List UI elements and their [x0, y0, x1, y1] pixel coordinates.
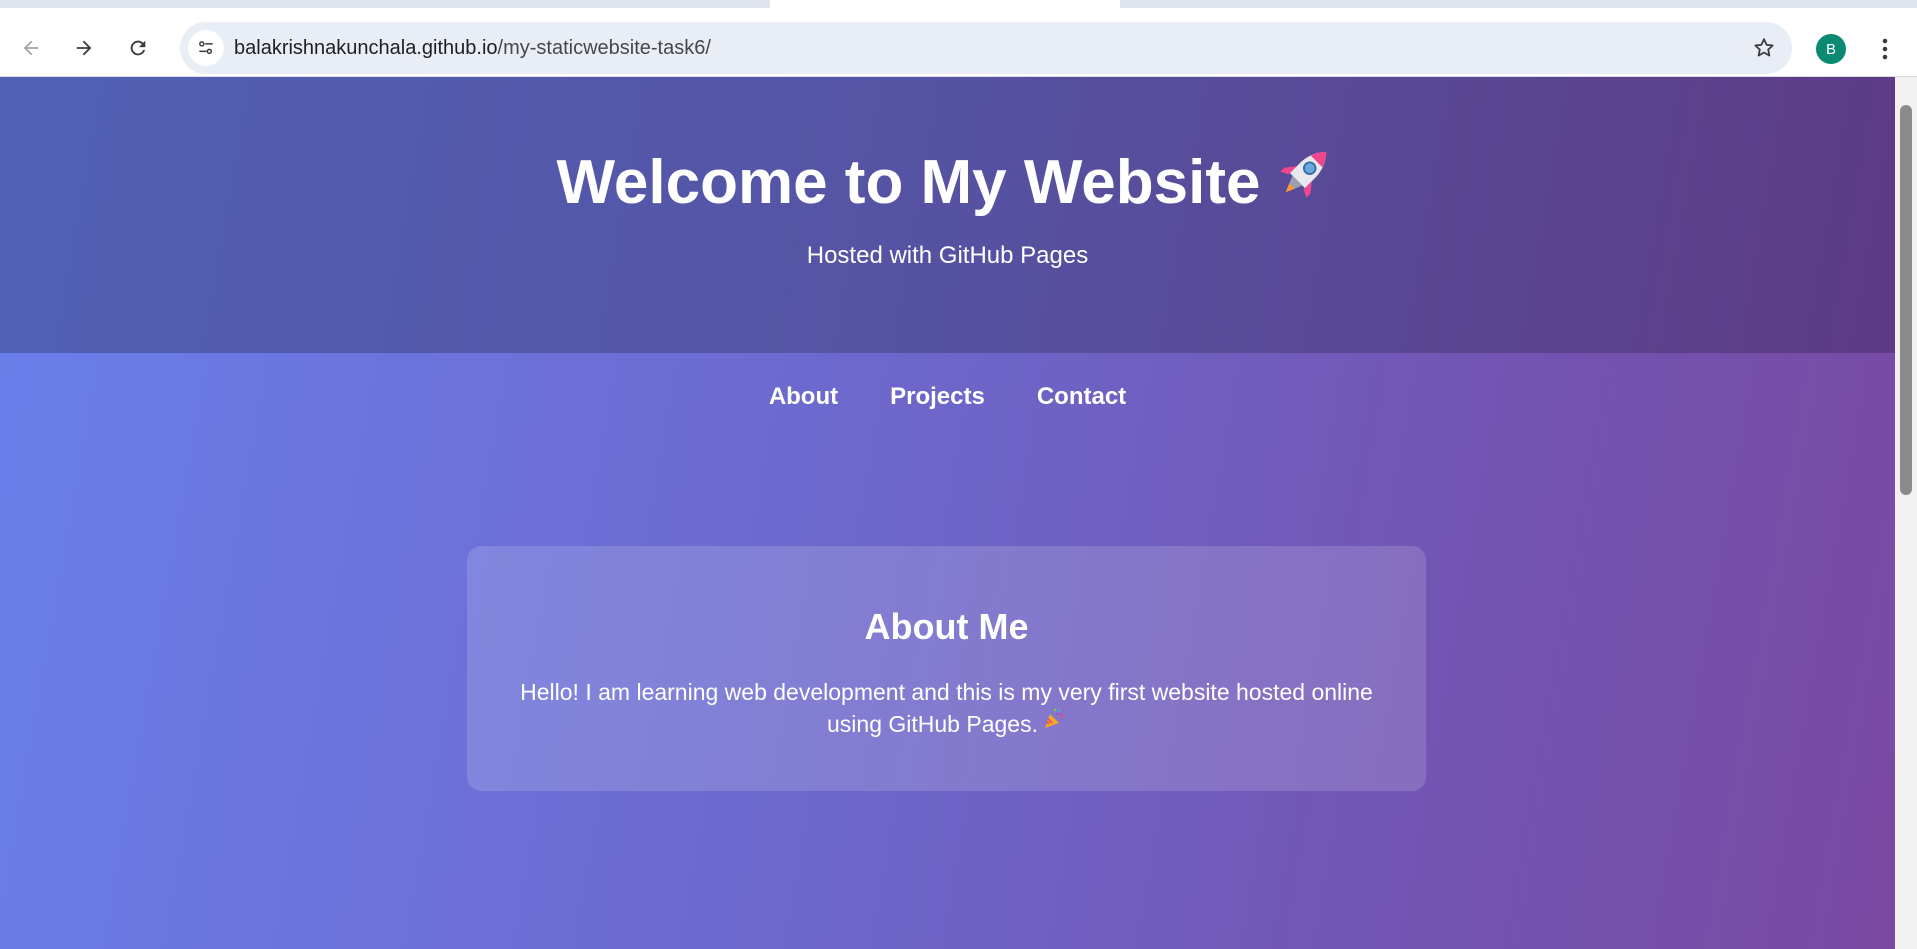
rocket-icon: [1276, 140, 1338, 220]
party-popper-icon: [1042, 707, 1066, 739]
reload-icon: [130, 40, 146, 56]
page-title-text: Welcome to My Website: [556, 148, 1261, 217]
kebab-menu-icon: [1882, 38, 1888, 60]
about-text: Hello! I am learning web development and…: [520, 679, 1373, 737]
nav-link-contact[interactable]: Contact: [1037, 383, 1126, 411]
forward-icon: [76, 40, 92, 56]
url-path: /my-staticwebsite-task6/: [497, 37, 711, 59]
page-scrollbar[interactable]: [1895, 77, 1917, 949]
about-title: About Me: [864, 606, 1029, 647]
hero-header: Welcome to My Website Hosted with GitHub…: [0, 77, 1895, 353]
about-text-block: Hello! I am learning web development and…: [497, 676, 1396, 740]
url-text[interactable]: balakrishnakunchala.github.io/my-staticw…: [234, 37, 711, 60]
active-tab[interactable]: [770, 0, 1120, 8]
url-domain: balakrishnakunchala.github.io: [234, 37, 498, 59]
page-subtitle: Hosted with GitHub Pages: [806, 242, 1089, 269]
tab-strip: [0, 0, 1917, 8]
browser-menu-button[interactable]: [1870, 32, 1900, 66]
page-title: Welcome to My Website: [0, 145, 1895, 221]
back-icon: [23, 40, 39, 56]
site-info-button[interactable]: [188, 30, 224, 66]
nav-link-projects[interactable]: Projects: [890, 383, 985, 411]
site-info-icon: [199, 41, 213, 55]
nav-link-about[interactable]: About: [769, 383, 838, 411]
browser-toolbar: balakrishnakunchala.github.io/my-staticw…: [0, 8, 1917, 77]
about-card: About Me Hello! I am learning web develo…: [467, 546, 1426, 791]
address-bar[interactable]: balakrishnakunchala.github.io/my-staticw…: [180, 22, 1792, 74]
reload-button[interactable]: [120, 30, 156, 66]
scrollbar-thumb[interactable]: [1900, 105, 1912, 495]
forward-button[interactable]: [66, 30, 102, 66]
profile-avatar[interactable]: B: [1816, 34, 1846, 64]
bookmark-button[interactable]: [1750, 34, 1778, 62]
bookmark-star-icon: [1754, 38, 1774, 57]
back-button[interactable]: [13, 30, 49, 66]
page-viewport: Welcome to My Website Hosted with GitHub…: [0, 77, 1895, 949]
main-nav: About Projects Contact: [0, 383, 1895, 411]
